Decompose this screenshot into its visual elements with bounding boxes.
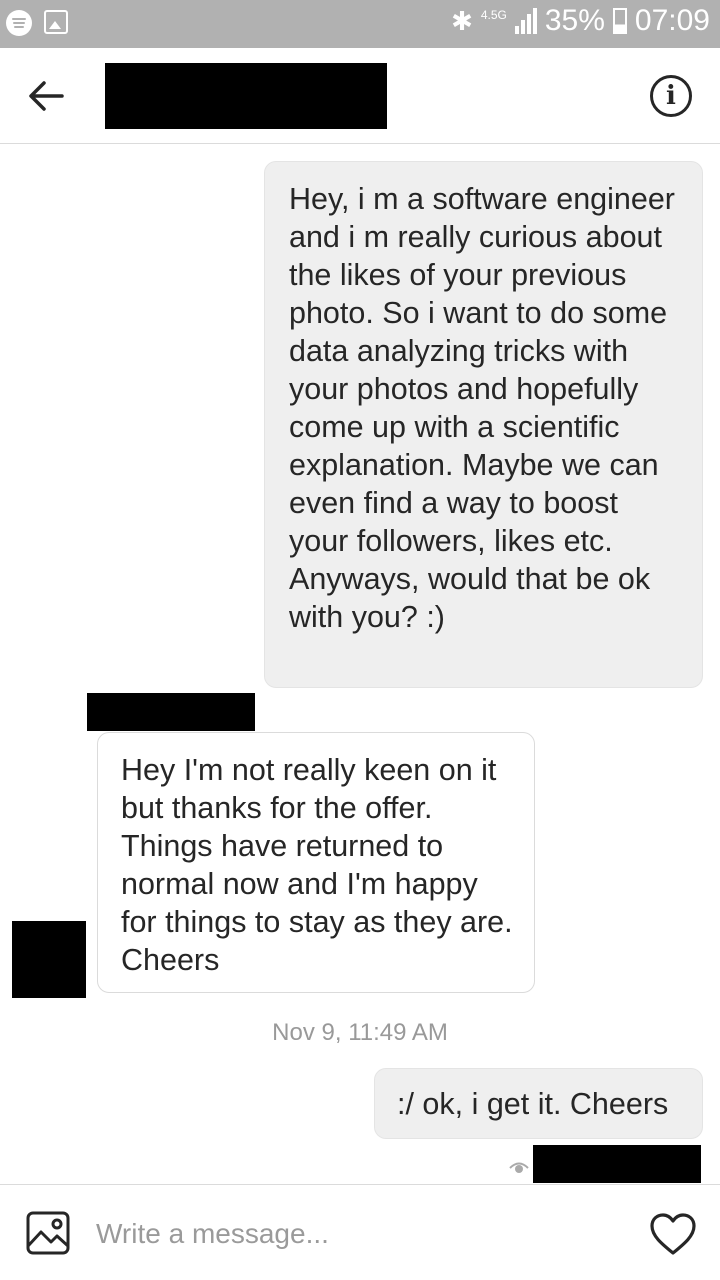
signal-icon	[514, 8, 537, 34]
outgoing-message[interactable]: :/ ok, i get it. Cheers	[374, 1068, 703, 1139]
info-button[interactable]: i	[650, 75, 692, 117]
message-composer	[0, 1184, 720, 1280]
gallery-notification-icon	[44, 10, 68, 34]
incoming-message[interactable]: Hey I'm not really keen on it but thanks…	[97, 732, 535, 993]
message-text: Hey I'm not really keen on it but thanks…	[121, 753, 513, 977]
battery-icon	[612, 8, 627, 34]
battery-percent: 35%	[544, 4, 605, 37]
image-icon	[26, 1211, 70, 1255]
network-type: 4.5G	[480, 8, 507, 22]
message-timestamp: Nov 9, 11:49 AM	[272, 1019, 448, 1046]
info-circle-icon: i	[666, 81, 676, 111]
bluetooth-icon: ✱	[451, 5, 473, 36]
redacted-username	[105, 63, 387, 129]
gallery-button[interactable]	[25, 1210, 71, 1256]
outgoing-message[interactable]: Hey, i m a software engineer and i m rea…	[264, 161, 703, 688]
heart-icon	[650, 1213, 696, 1255]
spotify-icon	[6, 10, 32, 36]
status-bar: ✱ 4.5G 35% 07:09	[0, 0, 720, 48]
back-button[interactable]	[26, 76, 66, 116]
redacted-seen-by	[533, 1145, 701, 1183]
message-input[interactable]	[96, 1209, 626, 1259]
like-button[interactable]	[648, 1211, 698, 1257]
message-text: Hey, i m a software engineer and i m rea…	[289, 182, 675, 634]
clock: 07:09	[634, 4, 710, 37]
arrow-left-icon	[29, 81, 64, 111]
seen-eye-icon	[509, 1162, 529, 1173]
redacted-sender-name	[87, 693, 255, 731]
redacted-avatar	[12, 921, 86, 998]
conversation-header: i	[0, 48, 720, 144]
message-text: :/ ok, i get it. Cheers	[397, 1087, 669, 1121]
